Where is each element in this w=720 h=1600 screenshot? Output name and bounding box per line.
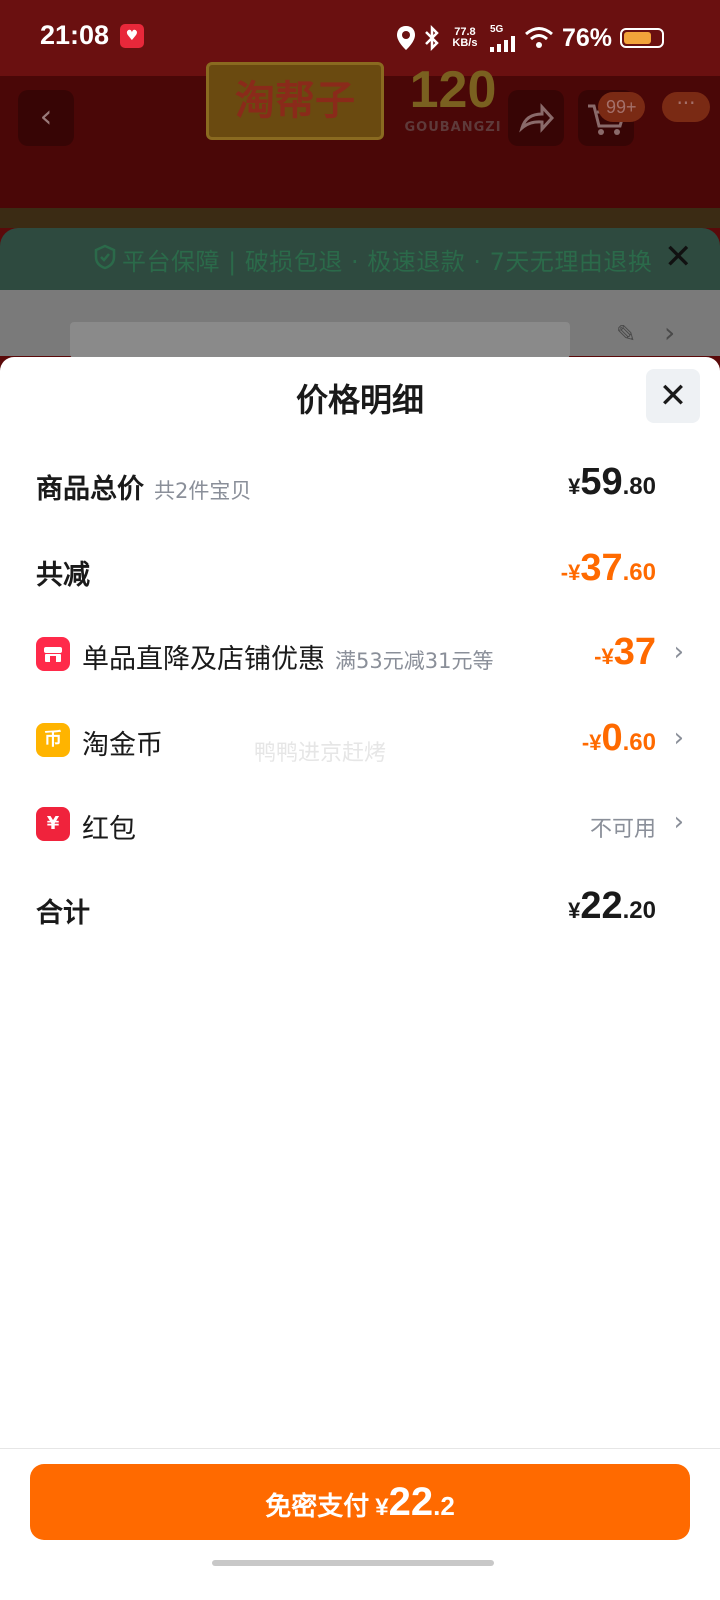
battery-level (624, 32, 652, 44)
anniversary-badge: 120 GOUBANGZI (404, 61, 502, 135)
row-amount: ¥22.20 (568, 885, 656, 927)
sheet-close-button[interactable]: ✕ (646, 369, 700, 423)
battery-icon (620, 28, 664, 48)
red-packet-icon: ¥ (36, 807, 70, 841)
row-label: 商品总价 共2件宝贝 (36, 474, 252, 505)
shield-icon (94, 244, 116, 270)
row-note: 满53元减31元等 (335, 649, 494, 673)
chevron-right-icon[interactable]: › (664, 316, 675, 349)
app-notification-icon: ♥ (120, 24, 144, 48)
signal-icon: 5G (489, 24, 516, 52)
status-icons: 77.8 KB/s 5G 76% (396, 20, 664, 56)
row-label: 红包 (82, 814, 136, 845)
network-speed: 77.8 KB/s (452, 26, 478, 49)
row-note: 共2件宝贝 (154, 479, 252, 503)
row-amount: -¥37 (594, 631, 656, 673)
share-button[interactable] (508, 90, 564, 146)
coin-icon: 币 (36, 723, 70, 757)
row-store-discount[interactable]: 单品直降及店铺优惠 满53元减31元等 -¥37 › (0, 625, 720, 685)
guarantee-text: 平台保障 | 破损包退 · 极速退款 · 7天无理由退换 (122, 248, 653, 276)
red-packet-status: 不可用 (589, 817, 656, 842)
status-time: 21:08 (40, 20, 110, 50)
address-bar: ✎ › (0, 290, 720, 358)
home-indicator[interactable] (212, 1560, 494, 1566)
store-icon (36, 637, 70, 671)
row-label: 共减 (36, 560, 90, 591)
brand-logo: 淘帮子 (206, 62, 384, 140)
pay-button[interactable]: 免密支付 ¥22.2 (30, 1464, 690, 1540)
row-label: 淘金币 (82, 730, 163, 761)
row-total-discount: 共减 -¥37.60 (0, 541, 720, 601)
location-icon (396, 25, 416, 51)
chevron-right-icon: › (673, 723, 684, 753)
row-amount: -¥0.60 (581, 717, 656, 759)
background-banner (0, 208, 720, 228)
chevron-right-icon: › (673, 637, 684, 667)
row-label: 单品直降及店铺优惠 满53元减31元等 (82, 644, 494, 675)
wifi-icon (524, 26, 554, 50)
bottom-divider (0, 1448, 720, 1449)
share-icon (519, 103, 555, 133)
row-total-price: 商品总价 共2件宝贝 ¥59.80 (0, 455, 720, 515)
cart-badge: 99+ (598, 92, 645, 122)
guarantee-bar: 平台保障 | 破损包退 · 极速退款 · 7天无理由退换 ✕ (0, 228, 720, 290)
row-amount: ¥59.80 (568, 461, 656, 503)
row-label: 合计 (36, 898, 90, 929)
battery-percentage: 76% (561, 23, 612, 52)
guarantee-close-button[interactable]: ✕ (664, 240, 693, 274)
chevron-right-icon: › (673, 807, 684, 837)
edit-icon[interactable]: ✎ (616, 320, 636, 348)
more-button[interactable]: ··· (662, 92, 710, 122)
row-red-packet[interactable]: ¥ 红包 不可用 › (0, 795, 720, 855)
row-grand-total: 合计 ¥22.20 (0, 879, 720, 939)
bluetooth-icon (424, 25, 440, 51)
back-button[interactable]: ‹ (18, 90, 74, 146)
row-amount: -¥37.60 (560, 547, 656, 589)
address-blurred (70, 322, 570, 358)
price-detail-sheet: 价格明细 ✕ 鸭鸭进京赶烤 商品总价 共2件宝贝 ¥59.80 共减 -¥37.6… (0, 357, 720, 1600)
row-taobao-coins[interactable]: 币 淘金币 -¥0.60 › (0, 711, 720, 771)
sheet-title: 价格明细 (295, 381, 424, 419)
